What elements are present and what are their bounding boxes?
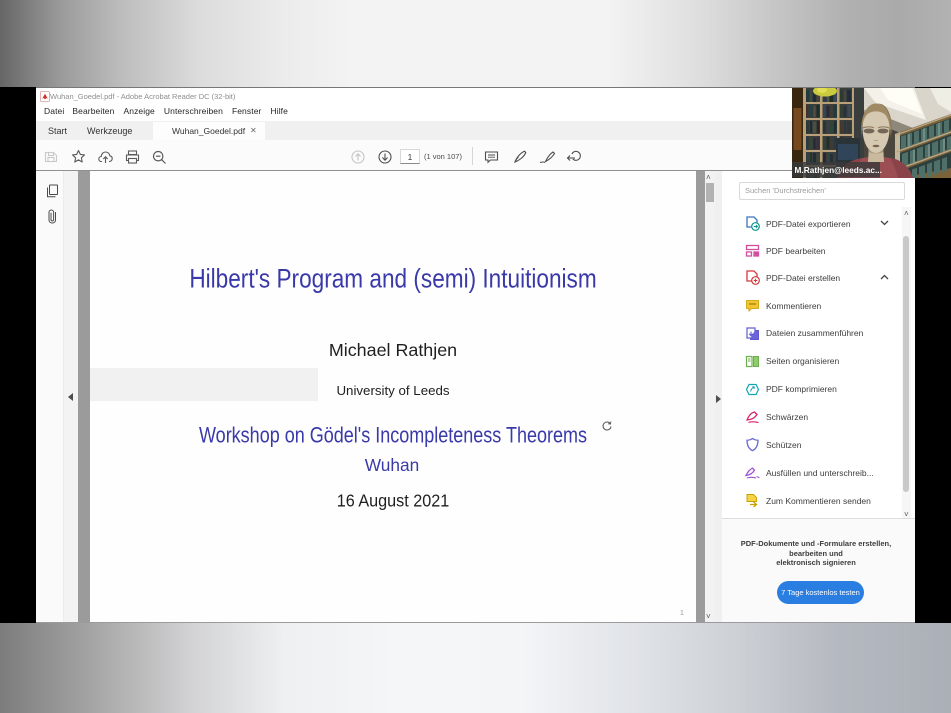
svg-text:M.Rathjen@leeds.ac...: M.Rathjen@leeds.ac... xyxy=(795,165,882,175)
